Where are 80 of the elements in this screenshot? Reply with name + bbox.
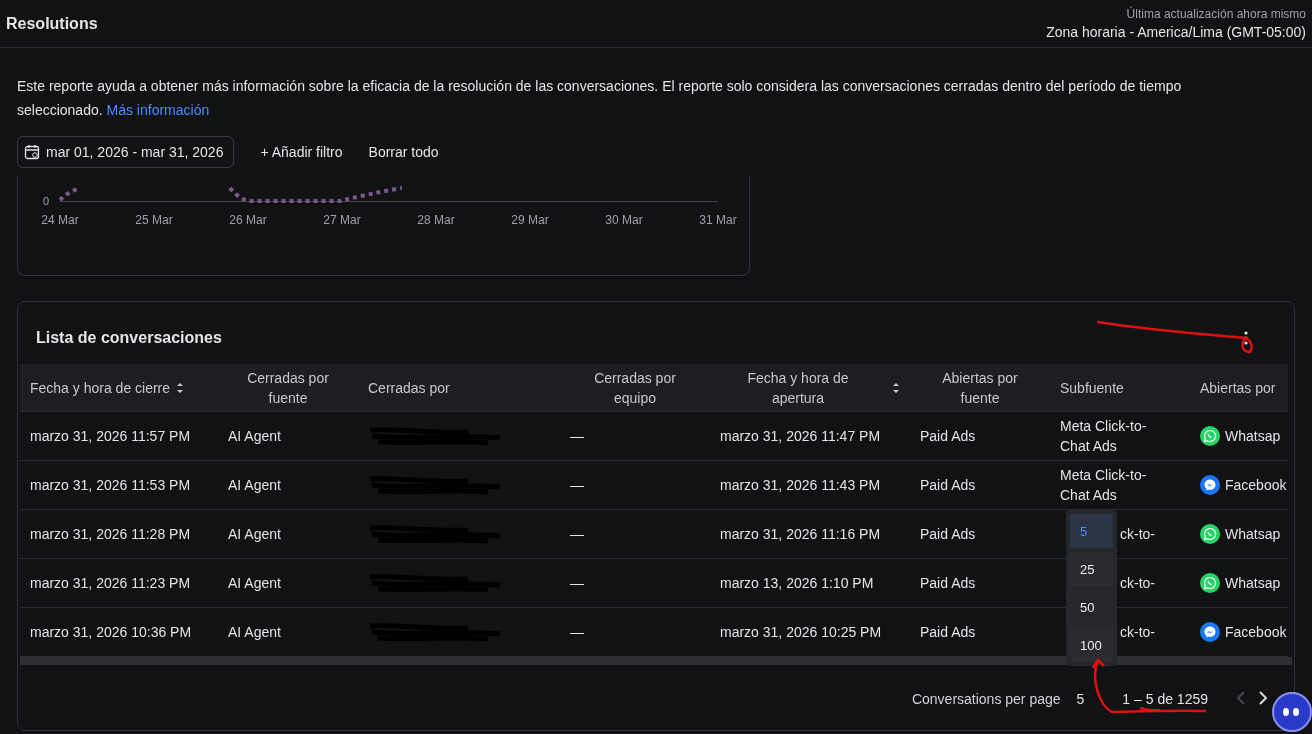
scrollbar[interactable] bbox=[20, 657, 1292, 665]
axis-label: 31 Mar bbox=[699, 213, 737, 227]
table-cell: — bbox=[570, 575, 584, 591]
menu-option[interactable]: 25 bbox=[1070, 552, 1113, 586]
table-cell: AI Agent bbox=[228, 428, 281, 444]
clear-all-button[interactable]: Borrar todo bbox=[368, 144, 439, 160]
table-cell: marzo 31, 2026 11:16 PM bbox=[720, 526, 881, 542]
table-cell: Whatsap bbox=[1225, 575, 1281, 591]
table-cell: marzo 31, 2026 10:36 PM bbox=[30, 624, 192, 640]
table-cell-text: ck-to- bbox=[1120, 525, 1156, 544]
axis-label: 24 Mar bbox=[41, 213, 79, 227]
column-header: Subfuente bbox=[1060, 378, 1124, 398]
calendar-icon bbox=[24, 144, 40, 160]
table-cell: marzo 31, 2026 11:47 PM bbox=[720, 428, 881, 444]
chevron-left-icon bbox=[1236, 689, 1246, 706]
axis-label: 29 Mar bbox=[511, 213, 549, 227]
add-filter-button[interactable]: + Añadir filtro bbox=[260, 144, 343, 160]
chevron-right-icon bbox=[1258, 689, 1268, 706]
menu-option[interactable]: 5 bbox=[1070, 514, 1113, 548]
phone-bubble-icon bbox=[1200, 524, 1220, 544]
sort-icon[interactable] bbox=[176, 380, 185, 395]
table-cell: Whatsap bbox=[1225, 428, 1281, 444]
table-cell: marzo 31, 2026 11:23 PM bbox=[30, 575, 191, 591]
column-header: Cerradas por fuente bbox=[246, 368, 330, 408]
table-cell-text: Meta Click-to-Chat Ads bbox=[1060, 417, 1148, 456]
sort-icon[interactable] bbox=[892, 380, 900, 395]
table-cell-text: ck-to- bbox=[1120, 574, 1156, 593]
table-cell: AI Agent bbox=[228, 477, 281, 493]
table-cell: AI Agent bbox=[228, 526, 281, 542]
table-cell: marzo 13, 2026 1:10 PM bbox=[720, 575, 874, 591]
page-size-label: Conversations per page bbox=[911, 691, 1061, 707]
last-update-text: Última actualización ahora mismo bbox=[1126, 7, 1306, 21]
axis-label: 30 Mar bbox=[605, 213, 643, 227]
menu-option[interactable]: 100 bbox=[1070, 628, 1113, 662]
table-cell: marzo 31, 2026 11:57 PM bbox=[30, 428, 191, 444]
axis-label: 27 Mar bbox=[323, 213, 361, 227]
axis-label: 26 Mar bbox=[229, 213, 267, 227]
timezone-text: Zona horaria - America/Lima (GMT-05:00) bbox=[1046, 24, 1306, 40]
table-cell: Facebook bbox=[1225, 624, 1287, 640]
chat-bot-icon[interactable] bbox=[1272, 692, 1312, 732]
page-title: Resolutions bbox=[6, 14, 98, 33]
phone-bubble-icon bbox=[1200, 573, 1220, 593]
table-cell-text: Meta Click-to-Chat Ads bbox=[1060, 466, 1148, 505]
table-cell: Paid Ads bbox=[920, 477, 976, 493]
column-header: Fecha y hora de cierre bbox=[30, 378, 171, 398]
table-cell: AI Agent bbox=[228, 575, 281, 591]
table-cell: — bbox=[570, 624, 584, 640]
table-cell: Facebook bbox=[1225, 477, 1287, 493]
phone-bubble-icon bbox=[1200, 426, 1220, 446]
table-cell: marzo 31, 2026 11:53 PM bbox=[30, 477, 191, 493]
range-text: 1 – 5 de 1259 bbox=[1122, 691, 1208, 707]
report-description: Este reporte ayuda a obtener más información sobre la eficacia de la resolución de las conversaciones. El reporte solo considera las conversaciones cerradas dentro del período de tiempo seleccionado. Más información bbox=[16, 77, 1183, 120]
axis-label: 25 Mar bbox=[135, 213, 173, 227]
more-icon bbox=[1244, 330, 1248, 345]
column-header: Cerradas por equipo bbox=[593, 368, 677, 408]
table-cell: Paid Ads bbox=[920, 624, 976, 640]
table-cell: marzo 31, 2026 11:43 PM bbox=[720, 477, 881, 493]
table-cell: AI Agent bbox=[228, 624, 281, 640]
table-cell: Whatsap bbox=[1225, 526, 1281, 542]
more-info-link[interactable]: Más información bbox=[106, 102, 210, 118]
messenger-bubble-icon bbox=[1200, 475, 1220, 495]
axis-label: 28 Mar bbox=[417, 213, 455, 227]
table-cell: marzo 31, 2026 10:25 PM bbox=[720, 624, 882, 640]
column-header: Abiertas por fuente bbox=[941, 368, 1019, 408]
column-header: Fecha y hora de apertura bbox=[746, 368, 850, 408]
page-size-select[interactable]: 5 bbox=[1076, 691, 1085, 707]
table-cell: — bbox=[570, 428, 584, 444]
axis-label: 0 bbox=[42, 195, 49, 207]
column-header: Abiertas por bbox=[1200, 378, 1276, 398]
list-title: Lista de conversaciones bbox=[36, 329, 222, 348]
table-cell: — bbox=[570, 477, 584, 493]
table-cell: — bbox=[570, 526, 584, 542]
table-cell: Paid Ads bbox=[920, 575, 976, 591]
date-range-button[interactable]: mar 01, 2026 - mar 31, 2026 bbox=[17, 136, 235, 168]
column-header: Cerradas por bbox=[368, 378, 450, 398]
table-cell-text: ck-to- bbox=[1120, 623, 1156, 642]
table-cell: Paid Ads bbox=[920, 428, 976, 444]
table-cell: Paid Ads bbox=[920, 526, 976, 542]
messenger-bubble-icon bbox=[1200, 622, 1220, 642]
table-cell: marzo 31, 2026 11:28 PM bbox=[30, 526, 191, 542]
